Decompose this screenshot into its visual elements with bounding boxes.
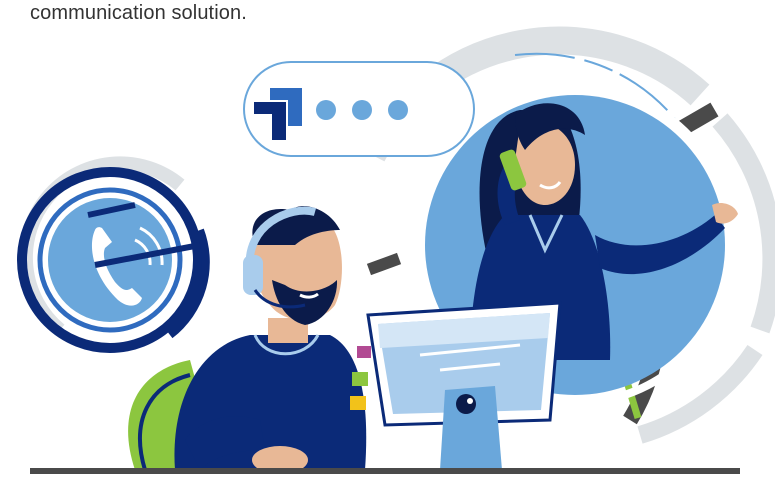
chat-bubble-icon [243,61,475,157]
phone-handset-icon [17,156,210,353]
call-center-illustration [17,26,775,474]
monitor-icon [366,301,562,470]
desk-line [30,468,740,474]
